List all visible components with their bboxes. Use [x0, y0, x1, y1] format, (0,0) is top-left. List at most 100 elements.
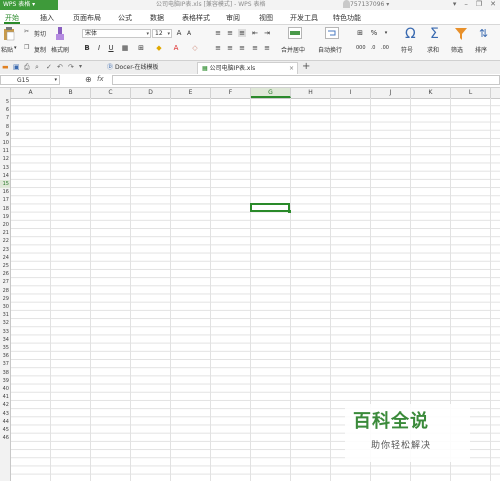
row-header-37[interactable]: 37: [0, 360, 10, 368]
paste-button[interactable]: 粘贴: [1, 45, 13, 54]
row-header-21[interactable]: 21: [0, 229, 10, 237]
font-size-select[interactable]: 12 ▾: [152, 29, 172, 38]
column-header-k[interactable]: K: [411, 88, 451, 98]
sum-button[interactable]: 求和: [427, 45, 439, 54]
row-header-8[interactable]: 8: [0, 123, 10, 131]
row-header-7[interactable]: 7: [0, 114, 10, 122]
restore-button[interactable]: ❐: [476, 0, 482, 9]
column-header-b[interactable]: B: [51, 88, 91, 98]
distributed-icon[interactable]: ≡: [263, 44, 271, 52]
bold-button[interactable]: B: [83, 44, 91, 52]
copy-button[interactable]: 复制: [34, 45, 46, 54]
row-header-19[interactable]: 19: [0, 213, 10, 221]
row-header-5[interactable]: 5: [0, 98, 10, 106]
wps-app-menu-button[interactable]: WPS 表格 ▾: [0, 0, 58, 10]
print-preview-icon[interactable]: ⌕: [35, 63, 39, 72]
row-header-30[interactable]: 30: [0, 303, 10, 311]
wrap-text-icon[interactable]: [325, 27, 339, 39]
quick-access-dropdown-icon[interactable]: ▾: [79, 63, 82, 70]
row-header-12[interactable]: 12: [0, 155, 10, 163]
align-bottom-icon[interactable]: ≡: [238, 29, 246, 37]
folder-icon[interactable]: ▬: [2, 63, 9, 71]
menu-review[interactable]: 审阅: [226, 13, 240, 23]
row-header-29[interactable]: 29: [0, 295, 10, 303]
underline-button[interactable]: U: [107, 44, 115, 52]
column-header-c[interactable]: C: [91, 88, 131, 98]
row-header-10[interactable]: 10: [0, 139, 10, 147]
insert-function-button[interactable]: fx: [97, 75, 104, 83]
decrease-decimal-icon[interactable]: .00: [381, 44, 389, 52]
row-header-15[interactable]: 15: [0, 180, 10, 189]
row-header-17[interactable]: 17: [0, 196, 10, 204]
row-header-11[interactable]: 11: [0, 147, 10, 155]
row-header-34[interactable]: 34: [0, 336, 10, 344]
user-account[interactable]: 757137096 ▾: [350, 0, 389, 9]
sort-button[interactable]: 排序: [475, 45, 487, 54]
row-header-36[interactable]: 36: [0, 352, 10, 360]
row-header-28[interactable]: 28: [0, 287, 10, 295]
align-right-icon[interactable]: ≡: [238, 44, 246, 52]
row-header-45[interactable]: 45: [0, 426, 10, 434]
zoom-icon[interactable]: ⊕: [85, 75, 92, 84]
sigma-icon[interactable]: Σ: [430, 26, 439, 42]
wrap-text-button[interactable]: 自动换行: [318, 45, 342, 54]
increase-decimal-icon[interactable]: .0: [369, 44, 377, 52]
menu-developer[interactable]: 开发工具: [290, 13, 318, 23]
align-middle-icon[interactable]: ≡: [226, 29, 234, 37]
row-header-35[interactable]: 35: [0, 344, 10, 352]
increase-font-icon[interactable]: A: [175, 29, 183, 37]
selected-cell-g15[interactable]: [250, 203, 291, 213]
chevron-down-icon[interactable]: ▾: [382, 29, 390, 37]
merge-center-button[interactable]: 合并居中: [281, 45, 305, 54]
row-header-13[interactable]: 13: [0, 164, 10, 172]
save-icon[interactable]: ▣: [13, 63, 20, 71]
sort-icon[interactable]: ⇅: [479, 27, 488, 40]
row-header-9[interactable]: 9: [0, 131, 10, 139]
user-avatar-icon[interactable]: [343, 0, 350, 8]
menu-data[interactable]: 数据: [150, 13, 164, 23]
select-all-corner[interactable]: [0, 88, 11, 98]
row-header-26[interactable]: 26: [0, 270, 10, 278]
undo-icon[interactable]: ↶: [57, 63, 63, 71]
copy-icon[interactable]: ❐: [24, 44, 29, 51]
filter-icon[interactable]: [455, 28, 467, 40]
font-name-select[interactable]: 宋体 ▾: [82, 29, 151, 38]
decrease-font-icon[interactable]: A: [185, 30, 193, 38]
row-header-6[interactable]: 6: [0, 106, 10, 114]
row-header-33[interactable]: 33: [0, 328, 10, 336]
column-header-h[interactable]: H: [291, 88, 331, 98]
font-color-icon[interactable]: A: [172, 44, 180, 52]
align-center-icon[interactable]: ≡: [226, 44, 234, 52]
format-painter-icon[interactable]: [53, 27, 65, 41]
row-header-46[interactable]: 46: [0, 434, 10, 442]
column-header-e[interactable]: E: [171, 88, 211, 98]
row-header-38[interactable]: 38: [0, 369, 10, 377]
filter-button[interactable]: 筛选: [451, 45, 463, 54]
cut-button[interactable]: 剪切: [34, 29, 46, 38]
spell-check-icon[interactable]: ✓: [46, 63, 52, 71]
row-header-20[interactable]: 20: [0, 221, 10, 229]
clear-format-icon[interactable]: ◇: [191, 44, 199, 52]
row-header-25[interactable]: 25: [0, 262, 10, 270]
row-header-18[interactable]: 18: [0, 205, 10, 213]
merge-center-icon[interactable]: [288, 27, 302, 39]
row-header-42[interactable]: 42: [0, 401, 10, 409]
formula-input[interactable]: [112, 75, 500, 85]
menu-insert[interactable]: 插入: [40, 13, 54, 23]
print-icon[interactable]: ⎙: [24, 63, 30, 72]
name-box[interactable]: G15 ▾: [0, 75, 60, 85]
format-painter-button[interactable]: 格式刷: [51, 45, 69, 54]
omega-icon[interactable]: Ω: [405, 26, 416, 42]
column-header-j[interactable]: J: [371, 88, 411, 98]
fill-color-icon[interactable]: ◆: [155, 44, 163, 52]
number-format-icon[interactable]: ⊞: [356, 29, 364, 37]
row-header-40[interactable]: 40: [0, 385, 10, 393]
row-header-43[interactable]: 43: [0, 410, 10, 418]
column-header-a[interactable]: A: [11, 88, 51, 98]
align-top-icon[interactable]: ≡: [214, 29, 222, 37]
row-header-14[interactable]: 14: [0, 172, 10, 180]
new-tab-icon[interactable]: +: [302, 61, 310, 72]
indent-decrease-icon[interactable]: ⇤: [251, 29, 259, 37]
close-button[interactable]: ✕: [490, 0, 496, 9]
symbol-button[interactable]: 符号: [401, 45, 413, 54]
